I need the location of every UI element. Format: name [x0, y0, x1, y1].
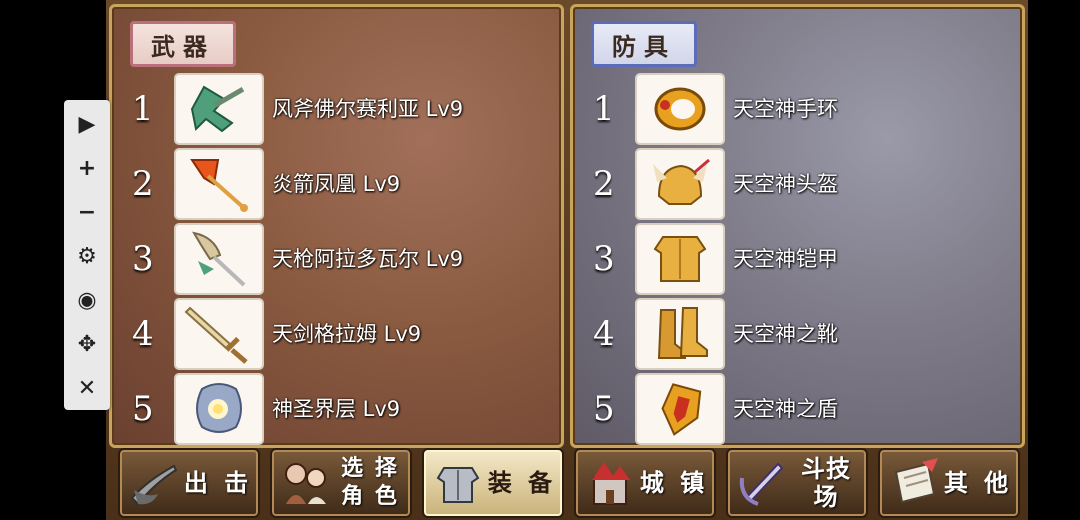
equipment-icon — [436, 467, 480, 503]
holy-orb-icon — [174, 373, 264, 445]
weapon-row-5[interactable]: 5 神圣界层 Lv9 — [112, 373, 561, 445]
weapon-row-3[interactable]: 3 天枪阿拉多瓦尔 Lv9 — [112, 223, 561, 295]
helmet-icon — [635, 148, 725, 220]
town-button[interactable]: 城 镇 — [574, 448, 716, 518]
scroll-icon — [894, 458, 938, 504]
weapon-name-5: 神圣界层 Lv9 — [272, 397, 401, 421]
armor-row-1[interactable]: 1 天空神手环 — [573, 73, 1022, 145]
gear-icon[interactable]: ⚙ — [64, 234, 110, 278]
arena-icon — [739, 462, 784, 506]
other-button[interactable]: 其 他 — [878, 448, 1020, 518]
boots-icon — [635, 298, 725, 370]
zoom-out-icon[interactable]: − — [64, 190, 110, 234]
armor-row-2[interactable]: 2 天空神头盔 — [573, 148, 1022, 220]
sky-spear-icon — [174, 223, 264, 295]
weapons-title: 武器 — [130, 21, 236, 67]
sortie-icon — [130, 464, 178, 506]
armor-name-5: 天空神之盾 — [733, 397, 838, 421]
select-character-label: 选 择 角 色 — [334, 450, 406, 516]
weapon-name-1: 风斧佛尔赛利亚 Lv9 — [272, 97, 464, 121]
armor-icon — [635, 223, 725, 295]
armor-row-4[interactable]: 4 天空神之靴 — [573, 298, 1022, 370]
sortie-label: 出 击 — [183, 469, 253, 497]
armor-row-3[interactable]: 3 天空神铠甲 — [573, 223, 1022, 295]
weapon-row-2[interactable]: 2 炎箭凤凰 Lv9 — [112, 148, 561, 220]
green-axe-icon — [174, 73, 264, 145]
fire-arrow-icon — [174, 148, 264, 220]
armor-name-3: 天空神铠甲 — [733, 247, 838, 271]
other-label: 其 他 — [943, 469, 1013, 497]
eye-icon[interactable]: ◉ — [64, 278, 110, 322]
weapon-rank-4: 4 — [132, 314, 154, 354]
armor-row-5[interactable]: 5 天空神之盾 — [573, 373, 1022, 445]
emulator-toolbar: ▶ + − ⚙ ◉ ✥ ✕ — [64, 100, 110, 410]
armor-rank-4: 4 — [593, 314, 615, 354]
select-character-button[interactable]: 选 择 角 色 — [270, 448, 412, 518]
weapon-name-4: 天剑格拉姆 Lv9 — [272, 322, 422, 346]
play-icon[interactable]: ▶ — [64, 102, 110, 146]
select-character-line1: 选 择 — [341, 456, 399, 481]
armor-rank-5: 5 — [593, 389, 615, 429]
weapon-rank-1: 1 — [132, 89, 154, 129]
town-label: 城 镇 — [639, 469, 709, 497]
weapon-rank-2: 2 — [132, 164, 154, 204]
equipment-label: 装 备 — [487, 469, 557, 497]
armor-rank-3: 3 — [593, 239, 615, 279]
arena-label: 斗技场 — [801, 455, 851, 511]
arena-button[interactable]: 斗技场 — [726, 448, 868, 518]
close-icon[interactable]: ✕ — [64, 366, 110, 410]
bracelet-icon — [635, 73, 725, 145]
equipment-button[interactable]: 装 备 — [422, 448, 564, 518]
weapon-rank-3: 3 — [132, 239, 154, 279]
shield-icon — [635, 373, 725, 445]
weapons-panel: 武器 1 风斧佛尔赛利亚 Lv9 2 炎箭凤凰 Lv9 3 天枪阿拉多瓦尔 Lv… — [109, 4, 564, 448]
armor-name-1: 天空神手环 — [733, 97, 838, 121]
weapon-name-2: 炎箭凤凰 Lv9 — [272, 172, 401, 196]
castle-icon — [592, 462, 630, 505]
armor-name-4: 天空神之靴 — [733, 322, 838, 346]
select-character-line2: 角 色 — [341, 484, 399, 509]
character-icon — [285, 463, 326, 504]
armor-rank-2: 2 — [593, 164, 615, 204]
weapon-name-3: 天枪阿拉多瓦尔 Lv9 — [272, 247, 464, 271]
sortie-button[interactable]: 出 击 — [118, 448, 260, 518]
zoom-in-icon[interactable]: + — [64, 146, 110, 190]
weapon-row-4[interactable]: 4 天剑格拉姆 Lv9 — [112, 298, 561, 370]
weapon-row-1[interactable]: 1 风斧佛尔赛利亚 Lv9 — [112, 73, 561, 145]
move-icon[interactable]: ✥ — [64, 322, 110, 366]
armor-rank-1: 1 — [593, 89, 615, 129]
weapon-rank-5: 5 — [132, 389, 154, 429]
armor-panel: 防具 1 天空神手环 2 天空神头盔 3 天空神铠甲 4 天空神之靴 5 天空神… — [570, 4, 1025, 448]
sky-sword-icon — [174, 298, 264, 370]
armor-name-2: 天空神头盔 — [733, 172, 838, 196]
armor-title: 防具 — [591, 21, 697, 67]
